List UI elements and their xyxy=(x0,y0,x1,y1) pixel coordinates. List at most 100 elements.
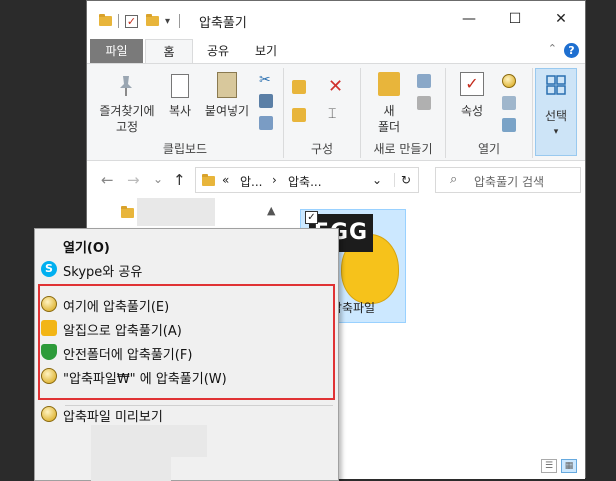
window-title: 압축풀기 xyxy=(199,16,247,31)
new-group-label: 새로 만들기 xyxy=(373,142,433,156)
item-checkbox[interactable]: ✓ xyxy=(305,211,318,224)
alzip-icon xyxy=(41,320,57,336)
copy-to-icon[interactable] xyxy=(292,108,306,122)
copy-icon xyxy=(171,74,189,98)
open-with-egg-icon[interactable] xyxy=(502,74,516,88)
select-grid-icon xyxy=(546,75,566,95)
copy-button[interactable]: 복사 xyxy=(163,104,197,119)
paste-shortcut-icon[interactable] xyxy=(259,116,273,130)
help-icon[interactable]: ? xyxy=(564,43,579,58)
large-icons-view-icon[interactable]: ▦ xyxy=(561,459,577,473)
organize-group: ✕ ⌶ 구성 xyxy=(284,64,360,162)
organize-group-label: 구성 xyxy=(310,142,334,156)
menu-item-open[interactable]: 열기(O) xyxy=(35,233,338,257)
select-label: 선택 xyxy=(544,109,568,123)
shield-icon xyxy=(41,344,57,360)
address-folder-icon xyxy=(202,174,215,186)
refresh-button[interactable]: ↻ xyxy=(394,173,411,187)
easy-access-icon[interactable] xyxy=(417,96,431,110)
group-divider xyxy=(532,68,533,158)
nav-folder-icon[interactable] xyxy=(121,206,134,218)
paste-icon xyxy=(217,72,237,98)
egg-icon xyxy=(41,296,57,312)
cut-icon[interactable]: ✂ xyxy=(259,72,271,88)
details-view-icon[interactable]: ☰ xyxy=(541,459,557,473)
back-button[interactable]: ← xyxy=(101,171,114,189)
close-button[interactable]: ✕ xyxy=(538,1,584,37)
maximize-button[interactable]: ☐ xyxy=(492,1,538,37)
menu-item-extract-to-named-label: "압축파일₩" 에 압축풀기(W) xyxy=(63,372,227,387)
ribbon-tab-bar: 파일 홈 공유 보기 ⌃ ? xyxy=(87,37,585,63)
nav-item-blurred[interactable] xyxy=(137,198,215,226)
menu-item-safe-extract-label: 안전폴더에 압축풀기(F) xyxy=(63,348,193,363)
view-toggle: ☰ ▦ xyxy=(541,459,577,473)
new-folder-label-1[interactable]: 새 xyxy=(371,104,407,119)
menu-item-alzip-label: 알집으로 압축풀기(A) xyxy=(63,324,182,339)
skype-icon: S xyxy=(41,261,57,277)
forward-button[interactable]: → xyxy=(127,171,140,189)
new-folder-icon[interactable] xyxy=(146,14,159,26)
copy-path-icon[interactable] xyxy=(259,94,273,108)
address-bar[interactable]: « 압... › 압축... ⌄ ↻ xyxy=(195,167,419,193)
minimize-button[interactable]: — xyxy=(446,1,492,37)
rename-icon[interactable]: ⌶ xyxy=(328,106,336,122)
open-group: ✓ 속성 열기 xyxy=(446,64,532,162)
menu-item-blurred[interactable] xyxy=(91,457,171,481)
menu-item-safe-extract[interactable]: 안전폴더에 압축풀기(F) xyxy=(35,340,338,364)
properties-button[interactable]: 속성 xyxy=(452,104,492,119)
menu-item-extract-here[interactable]: 여기에 압축풀기(E) xyxy=(35,292,338,316)
toolbar-divider xyxy=(118,14,119,28)
navigation-bar: ← → ⌄ ↑ « 압... › 압축... ⌄ ↻ ⌕ 압축풀기 검색 xyxy=(87,162,585,198)
menu-item-open-label: 열기(O) xyxy=(63,241,110,256)
address-dropdown-button[interactable]: ⌄ xyxy=(372,173,382,187)
recent-locations-button[interactable]: ⌄ xyxy=(153,172,163,186)
new-item-icon[interactable] xyxy=(417,74,431,88)
egg-icon xyxy=(41,368,57,384)
ribbon: 즐겨찾기에 고정 복사 붙여넣기 ✂ 클립보드 ✕ ⌶ 구성 새 폴더 새로 만… xyxy=(87,63,585,161)
properties-check-icon[interactable]: ✓ xyxy=(125,14,138,28)
tab-share[interactable]: 공유 xyxy=(195,39,241,63)
breadcrumb-2[interactable]: 압축... xyxy=(288,173,322,190)
clipboard-group-label: 클립보드 xyxy=(162,142,208,156)
context-menu: 열기(O) S Skype와 공유 여기에 압축풀기(E) 알집으로 압축풀기(… xyxy=(34,228,339,481)
breadcrumb-1[interactable]: 압... xyxy=(240,173,262,190)
move-to-icon[interactable] xyxy=(292,80,306,94)
paste-button[interactable]: 붙여넣기 xyxy=(199,104,255,119)
search-box[interactable]: ⌕ 압축풀기 검색 xyxy=(435,167,581,193)
pin-quick-access-label-2[interactable]: 고정 xyxy=(91,120,163,135)
pin-icon xyxy=(120,76,132,96)
pin-quick-access-label-1[interactable]: 즐겨찾기에 xyxy=(91,104,163,119)
edit-icon[interactable] xyxy=(502,96,516,110)
tab-file[interactable]: 파일 xyxy=(90,39,143,63)
menu-item-alzip-extract[interactable]: 알집으로 압축풀기(A) xyxy=(35,316,338,340)
customize-toolbar-icon[interactable]: ▾ xyxy=(165,16,173,27)
menu-item-blurred[interactable] xyxy=(91,425,207,457)
tab-view[interactable]: 보기 xyxy=(243,39,289,63)
menu-item-extract-to-named[interactable]: "압축파일₩" 에 압축풀기(W) xyxy=(35,364,338,388)
open-group-label: 열기 xyxy=(477,142,501,156)
new-folder-big-icon xyxy=(378,72,400,96)
select-button[interactable]: 선택 ▾ xyxy=(535,68,577,156)
clipboard-group: 즐겨찾기에 고정 복사 붙여넣기 ✂ 클립보드 xyxy=(87,64,283,162)
menu-item-preview[interactable]: 압축파일 미리보기 xyxy=(35,402,338,426)
select-dropdown-icon: ▾ xyxy=(553,127,559,137)
quick-access-toolbar: ✓ ▾ xyxy=(99,13,186,29)
menu-item-skype-label: Skype와 공유 xyxy=(63,265,143,280)
menu-item-preview-label: 압축파일 미리보기 xyxy=(63,410,163,425)
history-icon[interactable] xyxy=(502,118,516,132)
folder-icon[interactable] xyxy=(99,14,112,26)
menu-item-extract-here-label: 여기에 압축풀기(E) xyxy=(63,300,170,315)
new-group: 새 폴더 새로 만들기 xyxy=(361,64,445,162)
path-overflow[interactable]: « xyxy=(222,173,229,187)
new-folder-label-2[interactable]: 폴더 xyxy=(371,120,407,135)
search-icon: ⌕ xyxy=(450,172,458,187)
collapse-ribbon-icon[interactable]: ⌃ xyxy=(548,42,557,55)
properties-icon: ✓ xyxy=(460,72,484,96)
search-placeholder: 압축풀기 검색 xyxy=(474,175,545,189)
scroll-up-icon[interactable]: ▲ xyxy=(267,204,275,217)
tab-home[interactable]: 홈 xyxy=(145,39,193,63)
menu-item-skype-share[interactable]: S Skype와 공유 xyxy=(35,257,338,281)
breadcrumb-separator[interactable]: › xyxy=(272,173,277,187)
delete-icon[interactable]: ✕ xyxy=(328,76,343,97)
up-button[interactable]: ↑ xyxy=(173,171,186,189)
